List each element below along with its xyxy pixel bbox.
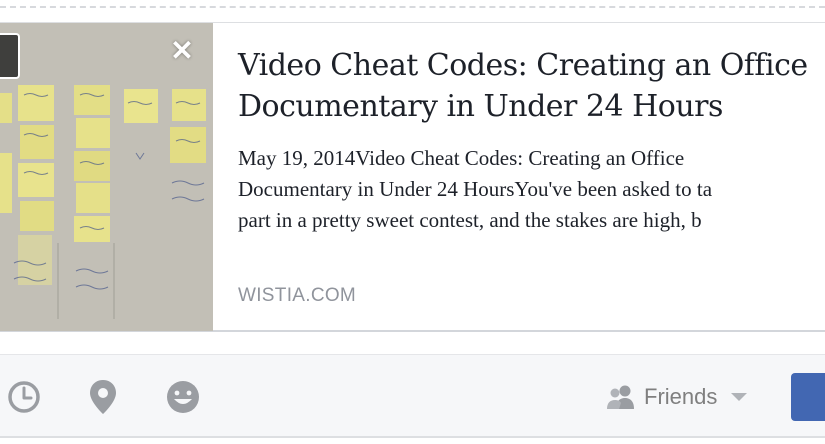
link-title-line[interactable]: Documentary in Under 24 Hours [238,86,825,127]
location-pin-icon[interactable] [83,377,123,417]
link-description-line: Documentary in Under 24 HoursYou've been… [238,177,713,201]
link-description-line: May 19, 2014Video Cheat Codes: Creating … [238,146,685,170]
link-preview-card[interactable]: ✕ Video Cheat Codes: Creating an Office … [0,22,825,332]
composer-divider [0,0,825,8]
link-title[interactable]: Video Cheat Codes: Creating an Office Do… [238,45,825,127]
chevron-down-icon [731,393,748,401]
friends-icon [607,385,634,409]
sticky-notes-photo [0,23,213,331]
link-preview-text[interactable]: Video Cheat Codes: Creating an Office Do… [238,45,825,236]
close-icon[interactable]: ✕ [168,37,196,65]
smiley-icon[interactable] [163,377,203,417]
link-thumbnail[interactable]: ✕ [0,23,213,331]
link-title-line[interactable]: Video Cheat Codes: Creating an Office [238,45,825,86]
link-domain: WISTIA.COM [238,285,357,306]
audience-selector[interactable]: Friends [606,381,748,413]
link-description: May 19, 2014Video Cheat Codes: Creating … [238,143,825,236]
post-button[interactable] [791,373,825,421]
clock-icon[interactable] [4,377,44,417]
audience-label: Friends [644,384,718,409]
composer-toolbar: Friends [0,354,825,438]
thumbnail-edit-tab[interactable] [0,33,20,79]
link-description-line: part in a pretty sweet contest, and the … [238,208,702,232]
